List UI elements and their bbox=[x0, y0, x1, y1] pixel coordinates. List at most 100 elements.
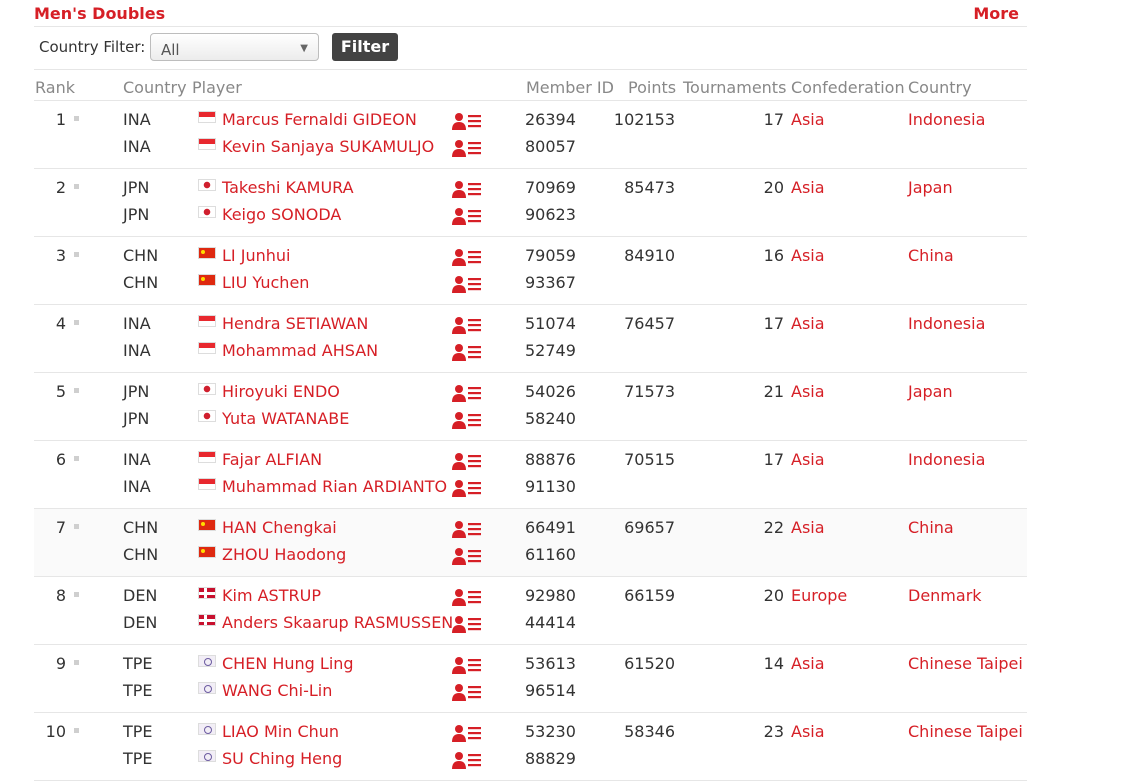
confederation-link[interactable]: Asia bbox=[791, 246, 825, 265]
table-row: 10 TPE LIAO Min Chun 53230 TPE SU Ching … bbox=[34, 713, 1027, 781]
country-filter-select[interactable]: All ▼ bbox=[150, 33, 319, 61]
confederation-link[interactable]: Asia bbox=[791, 382, 825, 401]
confederation-link[interactable]: Asia bbox=[791, 450, 825, 469]
player-country-code: CHN bbox=[123, 246, 159, 265]
member-id: 93367 bbox=[525, 273, 576, 292]
player-name-link[interactable]: LIU Yuchen bbox=[222, 273, 309, 292]
player-name-link[interactable]: Kim ASTRUP bbox=[222, 586, 321, 605]
tournaments-value: 21 bbox=[763, 382, 784, 401]
player-country-code: TPE bbox=[123, 722, 153, 741]
player-line: INA Mohammad AHSAN 52749 bbox=[34, 332, 1027, 361]
player-name-link[interactable]: Fajar ALFIAN bbox=[222, 450, 322, 469]
country-link[interactable]: China bbox=[908, 246, 954, 265]
country-link[interactable]: Chinese Taipei bbox=[908, 722, 1023, 741]
player-name-link[interactable]: Mohammad AHSAN bbox=[222, 341, 378, 360]
confederation-link[interactable]: Asia bbox=[791, 722, 825, 741]
tournaments-value: 23 bbox=[763, 722, 784, 741]
player-profile-list-icon[interactable] bbox=[452, 683, 482, 701]
player-name-link[interactable]: Takeshi KAMURA bbox=[222, 178, 354, 197]
player-line: INA Kevin Sanjaya SUKAMULJO 80057 bbox=[34, 128, 1027, 157]
player-profile-list-icon[interactable] bbox=[452, 411, 482, 429]
country-flag-icon bbox=[198, 682, 216, 694]
member-id: 61160 bbox=[525, 545, 576, 564]
country-link[interactable]: China bbox=[908, 518, 954, 537]
header-country: Country bbox=[123, 78, 187, 97]
player-name-link[interactable]: ZHOU Haodong bbox=[222, 545, 346, 564]
player-name-link[interactable]: Hiroyuki ENDO bbox=[222, 382, 340, 401]
player-profile-list-icon[interactable] bbox=[452, 343, 482, 361]
ranking-table-body: 1 INA Marcus Fernaldi GIDEON 26394 INA K… bbox=[34, 101, 1027, 781]
player-name-link[interactable]: Keigo SONODA bbox=[222, 205, 341, 224]
country-flag-icon bbox=[198, 111, 216, 123]
player-name-link[interactable]: SU Ching Heng bbox=[222, 749, 342, 768]
confederation-link[interactable]: Asia bbox=[791, 518, 825, 537]
player-line: DEN Anders Skaarup RASMUSSEN 44414 bbox=[34, 604, 1027, 633]
tournaments-value: 17 bbox=[763, 110, 784, 129]
country-flag-icon bbox=[198, 614, 216, 626]
player-line: JPN Hiroyuki ENDO 54026 bbox=[34, 373, 1027, 402]
player-profile-list-icon[interactable] bbox=[452, 615, 482, 633]
tournaments-value: 14 bbox=[763, 654, 784, 673]
country-link[interactable]: Japan bbox=[908, 382, 953, 401]
player-name-link[interactable]: LIAO Min Chun bbox=[222, 722, 339, 741]
points-value: 76457 bbox=[624, 314, 675, 333]
confederation-link[interactable]: Asia bbox=[791, 314, 825, 333]
country-flag-icon bbox=[198, 274, 216, 286]
member-id: 79059 bbox=[525, 246, 576, 265]
player-name-link[interactable]: WANG Chi-Lin bbox=[222, 681, 332, 700]
player-profile-list-icon[interactable] bbox=[452, 479, 482, 497]
player-line: INA Marcus Fernaldi GIDEON 26394 bbox=[34, 101, 1027, 130]
table-row: 9 TPE CHEN Hung Ling 53613 TPE WANG Chi-… bbox=[34, 645, 1027, 713]
player-name-link[interactable]: LI Junhui bbox=[222, 246, 290, 265]
member-id: 44414 bbox=[525, 613, 576, 632]
player-profile-list-icon[interactable] bbox=[452, 275, 482, 293]
member-id: 96514 bbox=[525, 681, 576, 700]
member-id: 88876 bbox=[525, 450, 576, 469]
country-link[interactable]: Denmark bbox=[908, 586, 982, 605]
country-link[interactable]: Indonesia bbox=[908, 110, 985, 129]
player-profile-list-icon[interactable] bbox=[452, 139, 482, 157]
country-flag-icon bbox=[198, 138, 216, 150]
player-name-link[interactable]: Muhammad Rian ARDIANTO bbox=[222, 477, 447, 496]
country-link[interactable]: Japan bbox=[908, 178, 953, 197]
player-profile-list-icon[interactable] bbox=[452, 207, 482, 225]
points-value: 71573 bbox=[624, 382, 675, 401]
member-id: 53230 bbox=[525, 722, 576, 741]
player-name-link[interactable]: Kevin Sanjaya SUKAMULJO bbox=[222, 137, 434, 156]
confederation-link[interactable]: Europe bbox=[791, 586, 847, 605]
player-name-link[interactable]: CHEN Hung Ling bbox=[222, 654, 354, 673]
table-row: 2 JPN Takeshi KAMURA 70969 JPN Keigo SON… bbox=[34, 169, 1027, 237]
member-id: 58240 bbox=[525, 409, 576, 428]
player-name-link[interactable]: HAN Chengkai bbox=[222, 518, 337, 537]
player-name-link[interactable]: Marcus Fernaldi GIDEON bbox=[222, 110, 417, 129]
confederation-link[interactable]: Asia bbox=[791, 178, 825, 197]
confederation-link[interactable]: Asia bbox=[791, 654, 825, 673]
more-link[interactable]: More bbox=[973, 4, 1019, 23]
country-link[interactable]: Indonesia bbox=[908, 314, 985, 333]
filter-button[interactable]: Filter bbox=[332, 33, 398, 61]
player-country-code: DEN bbox=[123, 613, 158, 632]
table-row: 4 INA Hendra SETIAWAN 51074 INA Mohammad… bbox=[34, 305, 1027, 373]
country-link[interactable]: Indonesia bbox=[908, 450, 985, 469]
country-link[interactable]: Chinese Taipei bbox=[908, 654, 1023, 673]
player-line: TPE CHEN Hung Ling 53613 bbox=[34, 645, 1027, 674]
member-id: 91130 bbox=[525, 477, 576, 496]
player-name-link[interactable]: Anders Skaarup RASMUSSEN bbox=[222, 613, 453, 632]
player-profile-list-icon[interactable] bbox=[452, 751, 482, 769]
player-country-code: DEN bbox=[123, 586, 158, 605]
player-name-link[interactable]: Hendra SETIAWAN bbox=[222, 314, 368, 333]
player-country-code: CHN bbox=[123, 518, 159, 537]
member-id: 66491 bbox=[525, 518, 576, 537]
player-line: TPE WANG Chi-Lin 96514 bbox=[34, 672, 1027, 701]
country-flag-icon bbox=[198, 315, 216, 327]
player-country-code: JPN bbox=[123, 382, 150, 401]
player-name-link[interactable]: Yuta WATANABE bbox=[222, 409, 349, 428]
header-confederation: Confederation bbox=[791, 78, 905, 97]
member-id: 26394 bbox=[525, 110, 576, 129]
player-country-code: INA bbox=[123, 450, 151, 469]
confederation-link[interactable]: Asia bbox=[791, 110, 825, 129]
player-line: INA Fajar ALFIAN 88876 bbox=[34, 441, 1027, 470]
table-header: Rank Country Player Member ID Points Tou… bbox=[34, 70, 1027, 101]
player-profile-list-icon[interactable] bbox=[452, 547, 482, 565]
member-id: 70969 bbox=[525, 178, 576, 197]
